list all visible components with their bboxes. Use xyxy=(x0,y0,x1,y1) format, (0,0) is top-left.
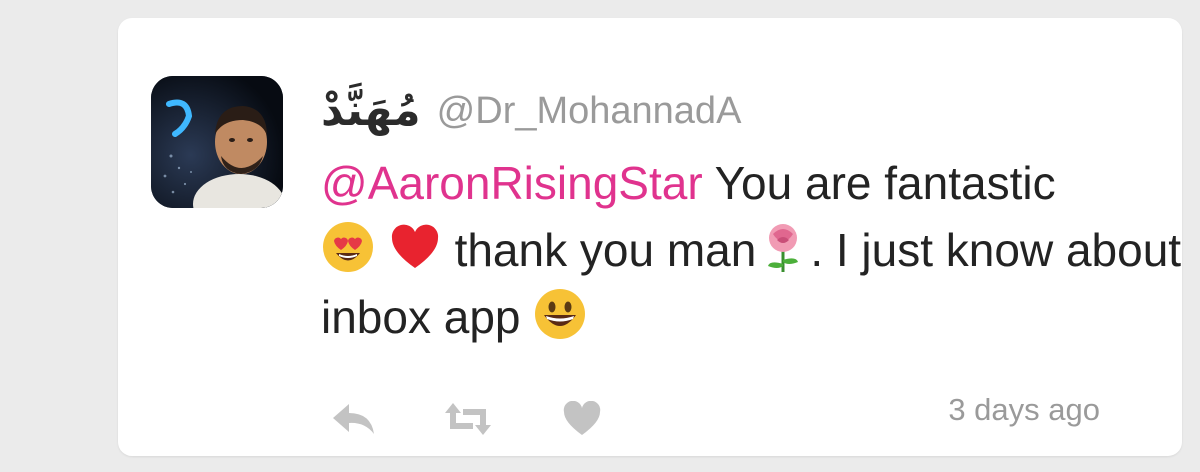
like-button[interactable] xyxy=(556,398,608,440)
avatar-image xyxy=(151,76,283,208)
tweet-text-part-1: You are fantastic xyxy=(702,157,1056,209)
retweet-icon xyxy=(445,403,491,435)
reply-icon xyxy=(333,404,374,434)
tweet-text: @AaronRisingStar You are fantastic thank… xyxy=(321,150,1200,351)
display-name[interactable]: مُهَنَّدْ xyxy=(321,89,421,133)
tweet-text-part-2: thank you man xyxy=(454,224,757,276)
tweet-card[interactable]: مُهَنَّدْ @Dr_MohannadA @AaronRisingStar… xyxy=(118,18,1182,456)
rose-icon xyxy=(768,224,799,272)
retweet-button[interactable] xyxy=(442,398,494,440)
tweet-actions xyxy=(328,398,670,440)
grinning-face-icon xyxy=(535,289,586,339)
tweet-timestamp[interactable]: 3 days ago xyxy=(948,392,1100,428)
heart-icon xyxy=(563,401,601,435)
reply-button[interactable] xyxy=(328,398,380,440)
red-heart-icon xyxy=(391,224,438,268)
user-handle[interactable]: @Dr_MohannadA xyxy=(437,92,742,130)
tweet-header: مُهَنَّدْ @Dr_MohannadA xyxy=(321,81,741,141)
avatar[interactable] xyxy=(151,76,283,208)
heart-eyes-face-icon xyxy=(323,222,373,272)
mention-link[interactable]: @AaronRisingStar xyxy=(321,157,703,209)
